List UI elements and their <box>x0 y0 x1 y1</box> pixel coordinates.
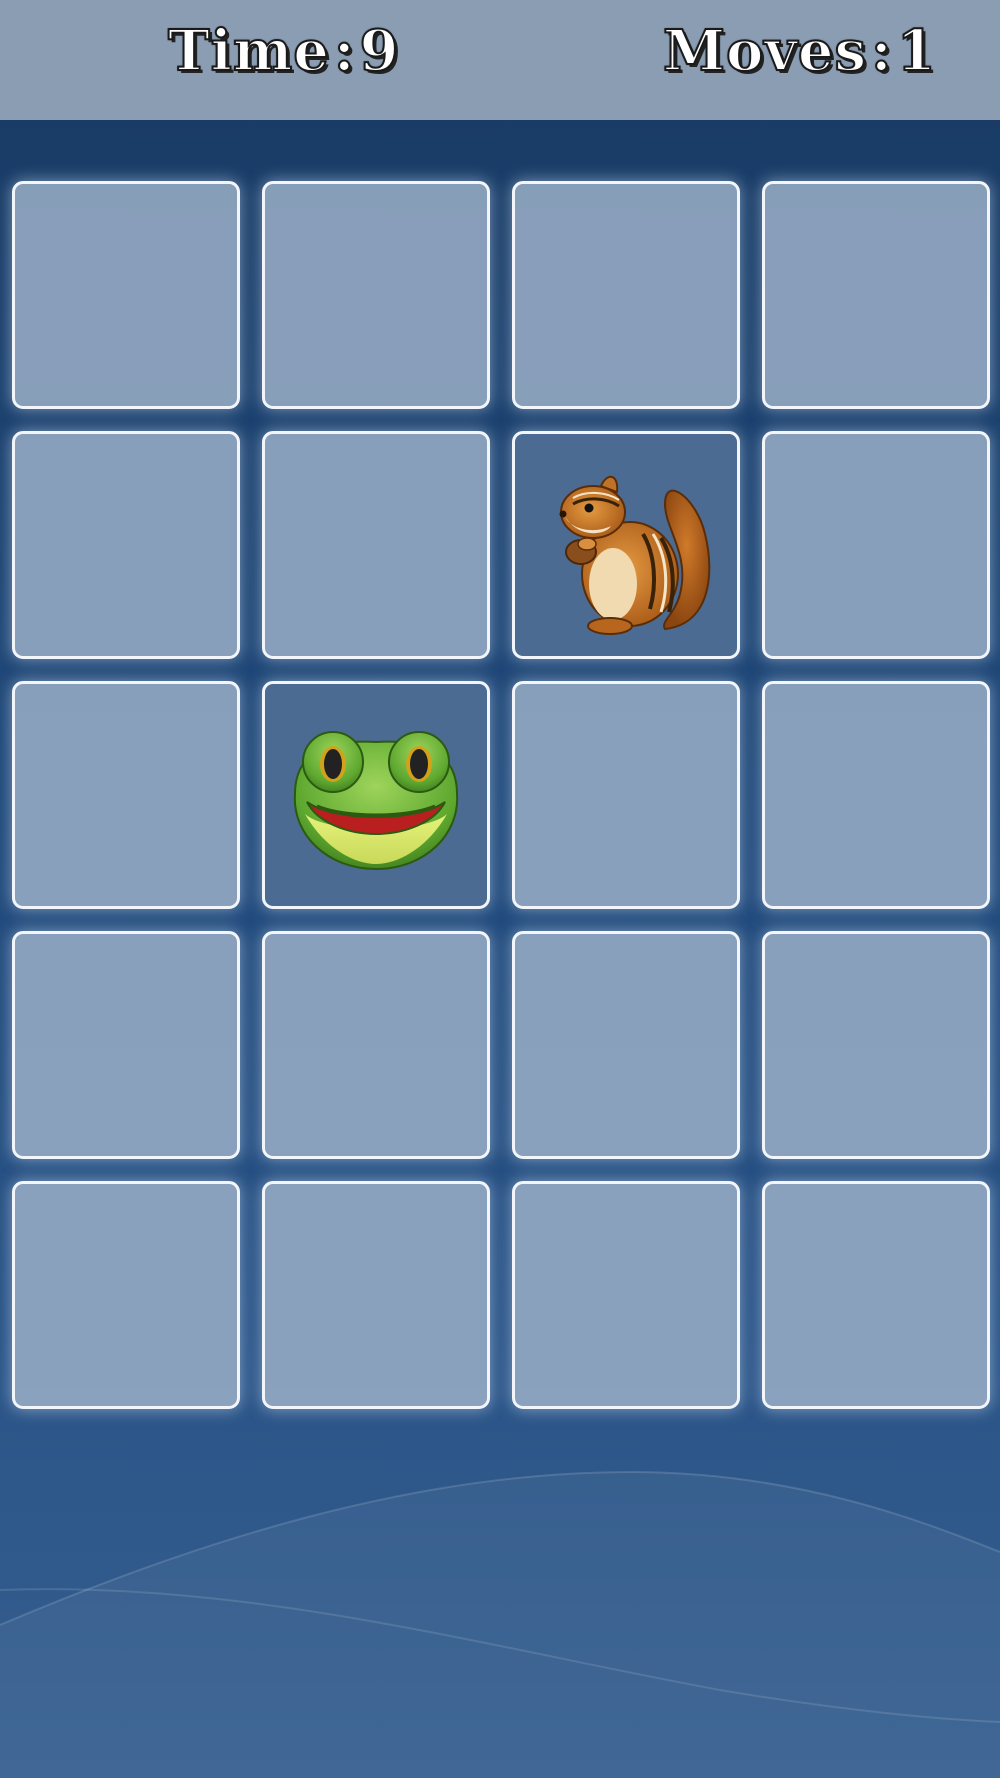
game-board <box>0 0 1000 1778</box>
card-tile[interactable] <box>762 431 990 659</box>
card-tile[interactable] <box>762 181 990 409</box>
card-tile[interactable] <box>262 431 490 659</box>
card-tile[interactable] <box>512 1181 740 1409</box>
card-tile[interactable] <box>762 681 990 909</box>
card-tile[interactable] <box>12 931 240 1159</box>
card-tile[interactable] <box>12 431 240 659</box>
frog-icon <box>293 731 459 871</box>
card-tile[interactable] <box>262 181 490 409</box>
card-tile[interactable] <box>762 1181 990 1409</box>
card-tile[interactable] <box>262 1181 490 1409</box>
card-tile[interactable] <box>512 181 740 409</box>
card-tile[interactable] <box>12 681 240 909</box>
card-tile[interactable] <box>512 681 740 909</box>
card-tile[interactable] <box>262 681 490 909</box>
card-tile[interactable] <box>762 931 990 1159</box>
card-tile[interactable] <box>512 431 740 659</box>
card-tile[interactable] <box>12 1181 240 1409</box>
card-tile[interactable] <box>262 931 490 1159</box>
card-tile[interactable] <box>512 931 740 1159</box>
card-tile[interactable] <box>12 181 240 409</box>
chipmunk-icon <box>559 476 711 635</box>
